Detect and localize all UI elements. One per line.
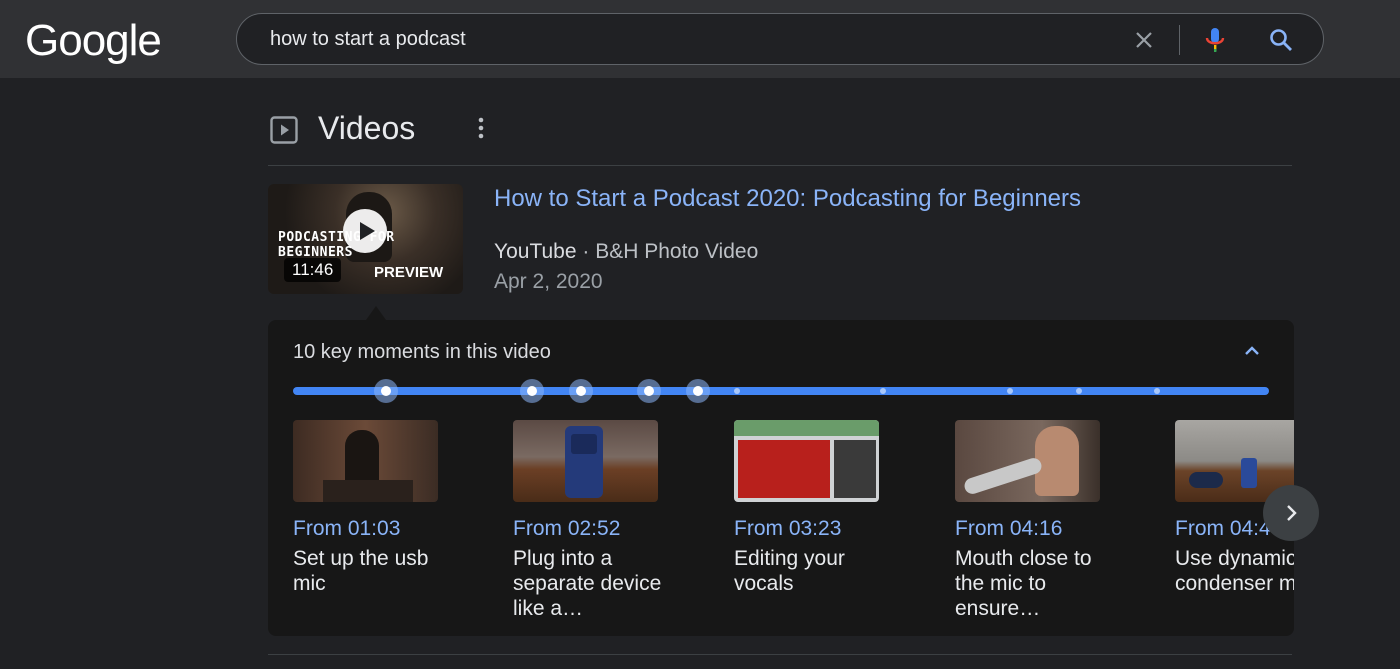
timeline-marker-2[interactable] [520,379,545,403]
timeline-marker-6[interactable] [734,388,741,394]
moment-thumbnail[interactable] [293,420,438,502]
top-bar: Google how to start a podcast [0,0,1400,78]
timeline-marker-5[interactable] [686,379,711,403]
video-source-line: YouTube · B&H Photo Video [494,240,758,264]
key-moment-2[interactable]: From 02:52 Plug into a separate device l… [513,420,663,621]
section-title: Videos [318,110,416,146]
timeline-marker-7[interactable] [880,388,887,394]
moment-thumbnail[interactable] [513,420,658,502]
timeline-marker-3[interactable] [568,379,593,403]
timeline-marker-10[interactable] [1153,388,1160,394]
next-moments-button[interactable] [1263,485,1319,541]
section-divider [268,165,1292,166]
timeline-marker-9[interactable] [1075,388,1082,394]
meta-separator: · [576,240,596,263]
moment-description: Use dynamic or condenser mics [1175,547,1294,595]
moment-time[interactable]: From 04:16 [955,517,1105,541]
video-play-icon [270,116,298,144]
video-date: Apr 2, 2020 [494,270,603,293]
moment-description: Plug into a separate device like a… [513,547,662,620]
chevron-right-icon [1287,505,1297,521]
key-moment-4[interactable]: From 04:16 Mouth close to the mic to ens… [955,420,1105,621]
more-vert-icon[interactable] [476,116,486,140]
clear-icon[interactable] [1132,28,1156,52]
google-logo[interactable]: Google [25,16,162,66]
video-channel: B&H Photo Video [595,240,759,263]
play-icon[interactable] [343,209,387,253]
key-moments-timeline[interactable] [293,379,1269,403]
moment-thumbnail[interactable] [955,420,1100,502]
key-moments-title: 10 key moments in this video [293,341,551,363]
key-moment-3[interactable]: From 03:23 Editing your vocals [734,420,884,596]
moment-description: Set up the usb mic [293,547,429,595]
microphone-icon[interactable] [1203,26,1227,54]
videos-section-header: Videos [268,100,1292,166]
moment-description: Editing your vocals [734,547,845,595]
search-divider [1179,25,1180,55]
search-icon[interactable] [1268,27,1294,53]
moment-time[interactable]: From 03:23 [734,517,884,541]
video-source: YouTube [494,240,577,263]
moment-description: Mouth close to the mic to ensure… [955,547,1092,620]
chevron-up-icon[interactable] [1243,344,1261,358]
timeline-marker-1[interactable] [373,379,398,403]
video-duration: 11:46 [284,258,342,282]
moment-time[interactable]: From 01:03 [293,517,443,541]
timeline-marker-8[interactable] [1007,388,1014,394]
preview-label[interactable]: PREVIEW [374,264,443,281]
video-thumbnail[interactable]: PODCASTING FOR BEGINNERS 11:46 PREVIEW [268,184,463,294]
bottom-divider [268,654,1292,655]
moment-time[interactable]: From 02:52 [513,517,663,541]
moment-thumbnail[interactable] [734,420,879,502]
search-box[interactable]: how to start a podcast [236,13,1324,65]
key-moments-panel: 10 key moments in this video From 01:03 … [268,320,1294,636]
timeline-marker-4[interactable] [637,379,662,403]
key-moment-1[interactable]: From 01:03 Set up the usb mic [293,420,443,596]
panel-caret [366,306,386,320]
video-title-link[interactable]: How to Start a Podcast 2020: Podcasting … [494,185,1081,213]
search-input[interactable]: how to start a podcast [270,28,466,51]
